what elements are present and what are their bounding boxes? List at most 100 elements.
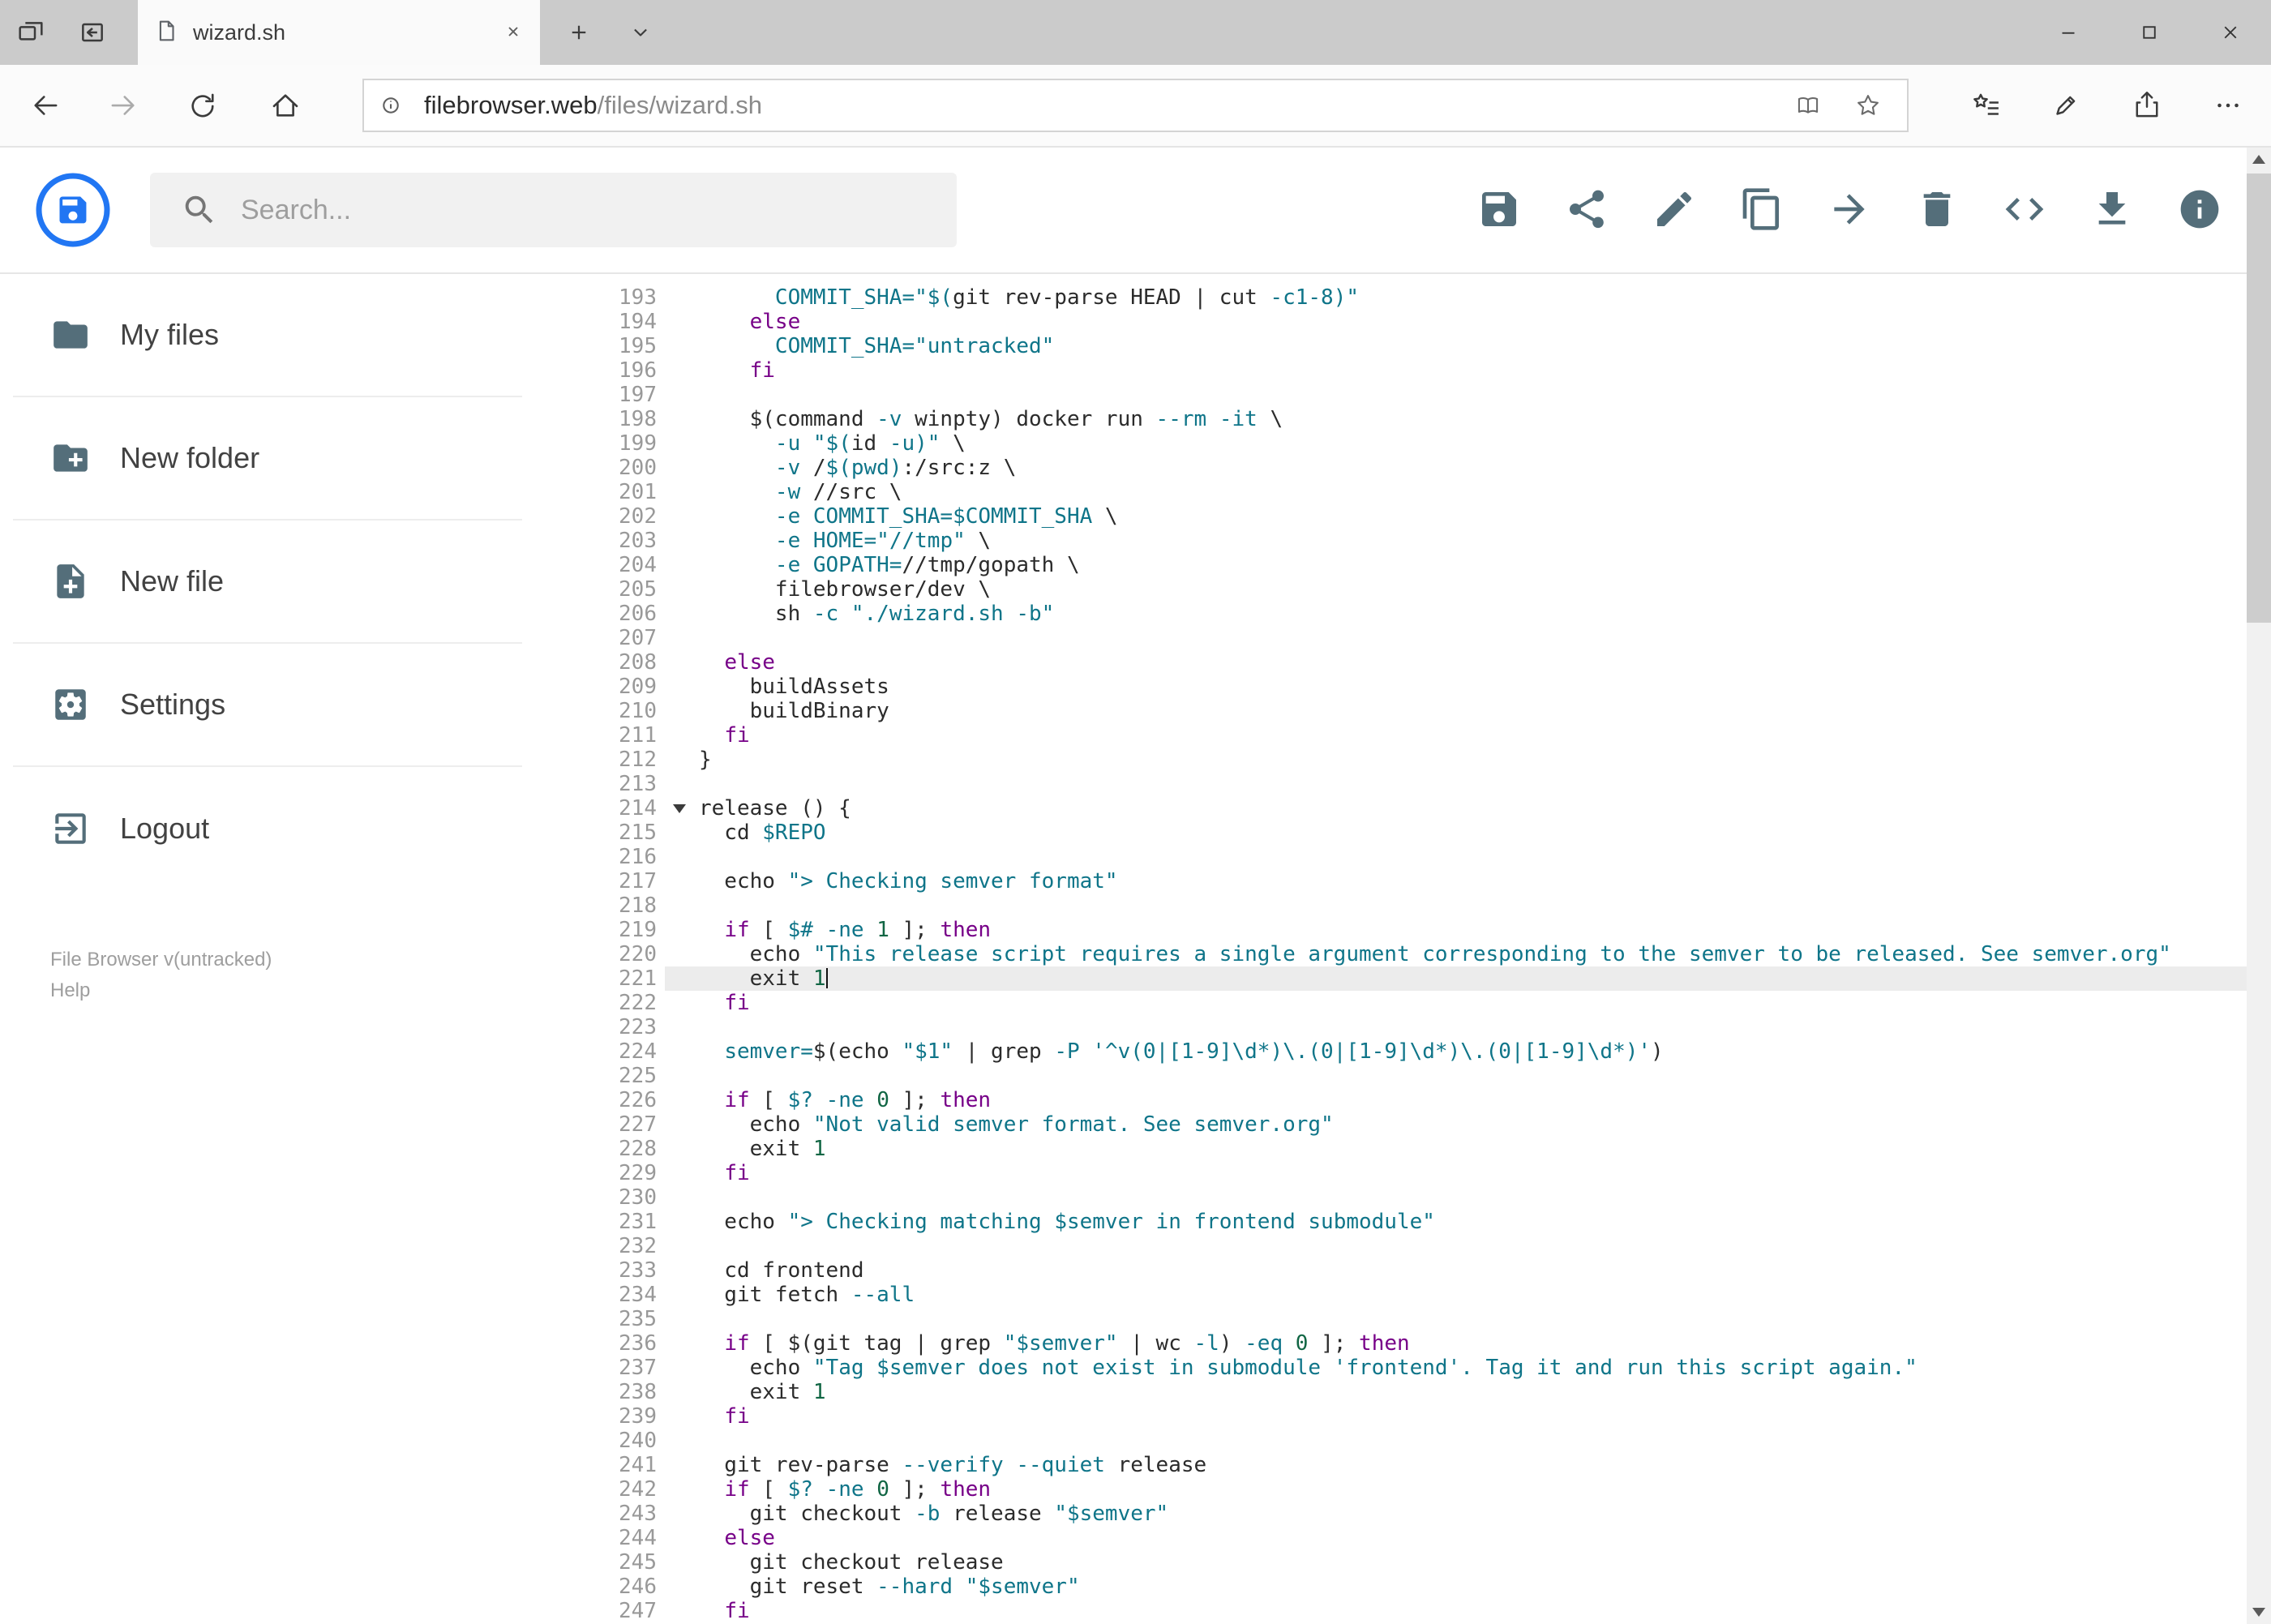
code-line-206[interactable]: 206 sh -c "./wizard.sh -b" (535, 602, 2247, 626)
rename-button[interactable] (1652, 187, 1697, 233)
code-line-197[interactable]: 197 (535, 383, 2247, 407)
home-icon[interactable] (251, 65, 319, 146)
code-line-198[interactable]: 198 $(command -v winpty) docker run --rm… (535, 407, 2247, 431)
code-line-194[interactable]: 194 else (535, 310, 2247, 334)
code-line-247[interactable]: 247 fi (535, 1599, 2247, 1623)
tab-close-icon[interactable] (501, 19, 525, 46)
fold-arrow-icon[interactable] (673, 804, 686, 813)
code-line-246[interactable]: 246 git reset --hard "$semver" (535, 1575, 2247, 1599)
code-line-221[interactable]: 221 exit 1 (535, 966, 2247, 991)
vertical-scrollbar[interactable] (2247, 148, 2271, 1624)
code-line-201[interactable]: 201 -w //src \ (535, 480, 2247, 504)
code-line-244[interactable]: 244 else (535, 1526, 2247, 1550)
code-line-239[interactable]: 239 fi (535, 1404, 2247, 1429)
code-line-245[interactable]: 245 git checkout release (535, 1550, 2247, 1575)
download-button[interactable] (2089, 187, 2135, 233)
search-box[interactable] (150, 173, 957, 247)
help-link[interactable]: Help (50, 975, 272, 1006)
code-line-199[interactable]: 199 -u "$(id -u)" \ (535, 431, 2247, 456)
code-line-236[interactable]: 236 if [ $(git tag | grep "$semver" | wc… (535, 1331, 2247, 1356)
code-line-208[interactable]: 208 else (535, 650, 2247, 675)
tab-preview-icon[interactable] (0, 0, 62, 65)
code-editor[interactable]: 193 COMMIT_SHA="$(git rev-parse HEAD | c… (535, 274, 2247, 1624)
code-line-213[interactable]: 213 (535, 772, 2247, 796)
more-options-icon[interactable] (2194, 65, 2262, 146)
code-line-218[interactable]: 218 (535, 893, 2247, 918)
address-bar[interactable]: filebrowser.web/files/wizard.sh (362, 79, 1909, 132)
share-button[interactable] (1564, 187, 1609, 233)
code-line-220[interactable]: 220 echo "This release script requires a… (535, 942, 2247, 966)
scrollbar-thumb[interactable] (2247, 174, 2271, 623)
site-info-icon[interactable] (375, 90, 406, 121)
code-line-226[interactable]: 226 if [ $? -ne 0 ]; then (535, 1088, 2247, 1112)
close-button[interactable] (2190, 0, 2271, 65)
delete-button[interactable] (1914, 187, 1960, 233)
refresh-icon[interactable] (169, 65, 237, 146)
sidebar-item-new-file[interactable]: New file (13, 521, 522, 644)
forward-icon[interactable] (89, 65, 157, 146)
move-button[interactable] (1827, 187, 1872, 233)
sidebar-item-settings[interactable]: Settings (13, 644, 522, 767)
code-line-196[interactable]: 196 fi (535, 358, 2247, 383)
raw-code-button[interactable] (2002, 187, 2047, 233)
scroll-up-icon[interactable] (2252, 155, 2265, 164)
code-line-200[interactable]: 200 -v /$(pwd):/src:z \ (535, 456, 2247, 480)
web-note-pen-icon[interactable] (2032, 65, 2100, 146)
code-line-211[interactable]: 211 fi (535, 723, 2247, 748)
code-line-214[interactable]: 214 release () { (535, 796, 2247, 821)
tab-list-chevron-icon[interactable] (610, 0, 671, 65)
copy-button[interactable] (1739, 187, 1785, 233)
code-line-227[interactable]: 227 echo "Not valid semver format. See s… (535, 1112, 2247, 1137)
code-line-243[interactable]: 243 git checkout -b release "$semver" (535, 1502, 2247, 1526)
code-line-235[interactable]: 235 (535, 1307, 2247, 1331)
code-line-212[interactable]: 212} (535, 748, 2247, 772)
code-line-193[interactable]: 193 COMMIT_SHA="$(git rev-parse HEAD | c… (535, 285, 2247, 310)
code-line-229[interactable]: 229 fi (535, 1161, 2247, 1185)
code-line-242[interactable]: 242 if [ $? -ne 0 ]; then (535, 1477, 2247, 1502)
save-button[interactable] (1476, 187, 1522, 233)
code-line-224[interactable]: 224 semver=$(echo "$1" | grep -P '^v(0|[… (535, 1039, 2247, 1064)
code-line-215[interactable]: 215 cd $REPO (535, 821, 2247, 845)
share-icon[interactable] (2113, 65, 2181, 146)
code-line-207[interactable]: 207 (535, 626, 2247, 650)
set-tabs-aside-icon[interactable] (62, 0, 123, 65)
sidebar-item-logout[interactable]: Logout (13, 767, 522, 890)
code-line-231[interactable]: 231 echo "> Checking matching $semver in… (535, 1210, 2247, 1234)
code-line-241[interactable]: 241 git rev-parse --verify --quiet relea… (535, 1453, 2247, 1477)
info-button[interactable] (2177, 187, 2222, 233)
back-icon[interactable] (11, 65, 79, 146)
code-line-240[interactable]: 240 (535, 1429, 2247, 1453)
code-line-204[interactable]: 204 -e GOPATH=//tmp/gopath \ (535, 553, 2247, 577)
code-line-222[interactable]: 222 fi (535, 991, 2247, 1015)
scroll-down-icon[interactable] (2252, 1608, 2265, 1617)
new-tab-button[interactable] (548, 0, 610, 65)
code-line-219[interactable]: 219 if [ $# -ne 1 ]; then (535, 918, 2247, 942)
url-text[interactable]: filebrowser.web/files/wizard.sh (424, 91, 762, 120)
code-line-238[interactable]: 238 exit 1 (535, 1380, 2247, 1404)
code-line-210[interactable]: 210 buildBinary (535, 699, 2247, 723)
code-line-216[interactable]: 216 (535, 845, 2247, 869)
minimize-button[interactable] (2028, 0, 2109, 65)
search-input[interactable] (241, 194, 889, 226)
code-line-202[interactable]: 202 -e COMMIT_SHA=$COMMIT_SHA \ (535, 504, 2247, 529)
hub-icon[interactable] (1952, 65, 2020, 146)
code-line-217[interactable]: 217 echo "> Checking semver format" (535, 869, 2247, 893)
code-line-237[interactable]: 237 echo "Tag $semver does not exist in … (535, 1356, 2247, 1380)
maximize-button[interactable] (2109, 0, 2190, 65)
code-line-234[interactable]: 234 git fetch --all (535, 1283, 2247, 1307)
code-line-228[interactable]: 228 exit 1 (535, 1137, 2247, 1161)
code-line-230[interactable]: 230 (535, 1185, 2247, 1210)
code-line-225[interactable]: 225 (535, 1064, 2247, 1088)
tab-wizard-sh[interactable]: wizard.sh (138, 0, 540, 65)
code-line-205[interactable]: 205 filebrowser/dev \ (535, 577, 2247, 602)
code-line-203[interactable]: 203 -e HOME="//tmp" \ (535, 529, 2247, 553)
favorite-star-icon[interactable] (1844, 80, 1892, 131)
code-line-195[interactable]: 195 COMMIT_SHA="untracked" (535, 334, 2247, 358)
code-line-232[interactable]: 232 (535, 1234, 2247, 1258)
sidebar-item-new-folder[interactable]: New folder (13, 397, 522, 521)
reading-view-icon[interactable] (1784, 80, 1832, 131)
sidebar-item-my-files[interactable]: My files (13, 274, 522, 397)
code-line-233[interactable]: 233 cd frontend (535, 1258, 2247, 1283)
code-line-209[interactable]: 209 buildAssets (535, 675, 2247, 699)
code-line-223[interactable]: 223 (535, 1015, 2247, 1039)
